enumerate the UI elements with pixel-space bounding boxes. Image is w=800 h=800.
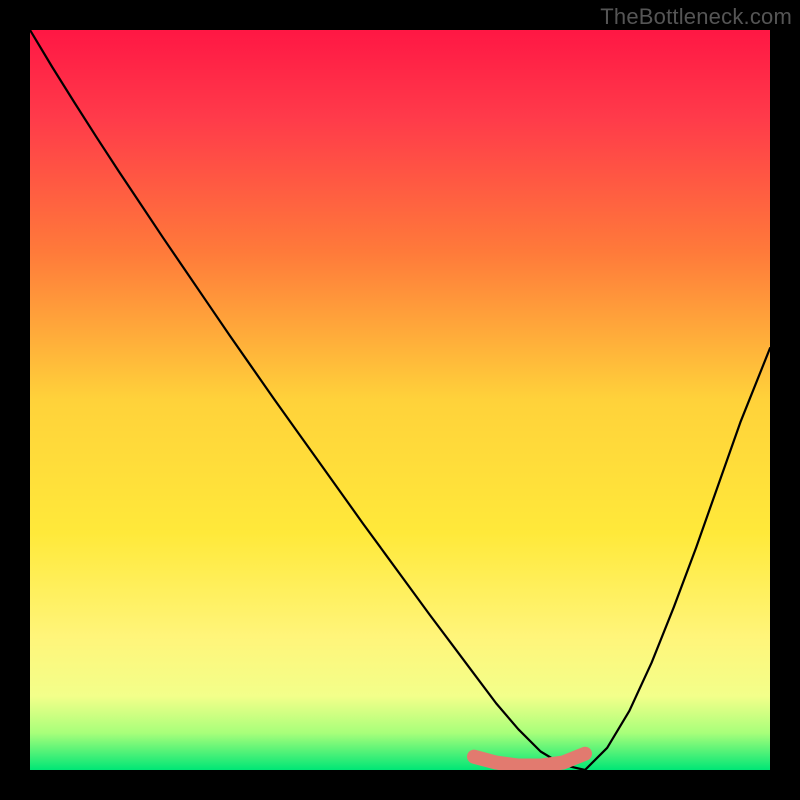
bottleneck-chart	[30, 30, 770, 770]
chart-background	[30, 30, 770, 770]
watermark-text: TheBottleneck.com	[600, 4, 792, 30]
chart-frame: TheBottleneck.com	[0, 0, 800, 800]
